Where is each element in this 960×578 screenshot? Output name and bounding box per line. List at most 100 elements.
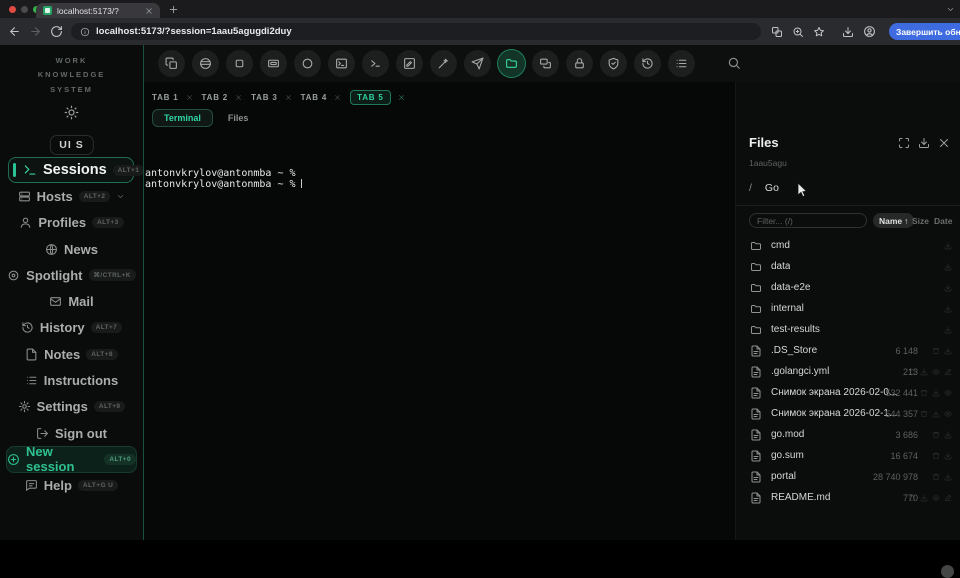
toolbar-button-[interactable] [226, 50, 253, 77]
toolbar-button-[interactable] [566, 50, 593, 77]
zoom-icon[interactable] [792, 26, 804, 38]
group-work[interactable]: WORK [56, 53, 88, 68]
close-tab-icon[interactable] [186, 94, 193, 101]
eye-icon[interactable] [944, 410, 952, 418]
breadcrumb-root[interactable]: / [749, 182, 752, 194]
reload-icon[interactable] [50, 25, 63, 38]
file-name[interactable]: Снимок экрана 2026-02-1... [771, 408, 897, 419]
finish-update-button[interactable]: Завершить обновление [889, 23, 960, 40]
site-info-icon[interactable] [80, 27, 90, 37]
download-icon[interactable] [932, 389, 940, 397]
file-name[interactable]: test-results [771, 324, 820, 335]
expand-icon[interactable] [898, 137, 910, 149]
toolbar-button-[interactable] [532, 50, 559, 77]
toolbar-button-[interactable] [362, 50, 389, 77]
file-row-portal[interactable]: portal 28 740 978 [736, 466, 960, 487]
file-name[interactable]: .DS_Store [771, 345, 817, 356]
trash-icon[interactable] [932, 431, 940, 439]
trash-icon[interactable] [932, 347, 940, 355]
file-name[interactable]: .golangci.yml [771, 366, 829, 377]
close-tab-icon[interactable] [334, 94, 341, 101]
file-name[interactable]: go.sum [771, 450, 804, 461]
download-icon[interactable] [944, 305, 952, 313]
column-header-name[interactable]: Name ↑ [873, 213, 915, 228]
download-icon[interactable] [944, 452, 952, 460]
sidebar-item-mail[interactable]: Mail [0, 288, 143, 314]
eye-icon[interactable] [944, 389, 952, 397]
url-text[interactable]: localhost:5173/?session=1aau5agugdi2duy [96, 26, 292, 37]
toolbar-button-[interactable] [396, 50, 423, 77]
file-row-cmd[interactable]: cmd [736, 235, 960, 256]
download-icon[interactable] [944, 284, 952, 292]
file-name[interactable]: cmd [771, 240, 790, 251]
subtab-files[interactable]: Files [228, 113, 249, 123]
download-icon[interactable] [920, 368, 928, 376]
theme-toggle-sun-icon[interactable] [64, 105, 79, 120]
toolbar-button-[interactable] [260, 50, 287, 77]
subtab-terminal[interactable]: Terminal [152, 108, 213, 127]
file-row-readme.md[interactable]: README.md 770 [736, 487, 960, 508]
close-window-button[interactable] [9, 5, 16, 13]
profile-avatar-icon[interactable] [863, 25, 876, 38]
sidebar-item-sign-out[interactable]: Sign out [0, 420, 143, 446]
new-tab-button[interactable] [168, 4, 179, 15]
trash-icon[interactable] [908, 494, 916, 502]
toolbar-button-[interactable] [600, 50, 627, 77]
toolbar-button-[interactable] [634, 50, 661, 77]
file-row-internal[interactable]: internal [736, 298, 960, 319]
group-knowledge[interactable]: KNOWLEDGE [38, 68, 106, 83]
trash-icon[interactable] [920, 410, 928, 418]
filter-input[interactable] [749, 213, 867, 228]
sidebar-item-history[interactable]: History ALT+7 [0, 315, 143, 341]
download-icon[interactable] [944, 242, 952, 250]
file-row-.ds-store[interactable]: .DS_Store 6 148 [736, 340, 960, 361]
download-icon[interactable] [944, 347, 952, 355]
file-row-data-e2e[interactable]: data-e2e [736, 277, 960, 298]
pencil-icon[interactable] [944, 494, 952, 502]
toolbar-button-[interactable] [430, 50, 457, 77]
file-name[interactable]: Снимок экрана 2026-02-0... [771, 387, 897, 398]
file-row-go.sum[interactable]: go.sum 16 674 [736, 445, 960, 466]
tab-label[interactable]: TAB 5 [350, 89, 391, 105]
tab-label[interactable]: TAB 4 [301, 91, 328, 104]
close-icon[interactable] [938, 137, 950, 149]
toolbar-button-[interactable] [668, 50, 695, 77]
sidebar-item-instructions[interactable]: Instructions [0, 367, 143, 393]
eye-icon[interactable] [932, 494, 940, 502]
toolbar-button-[interactable] [328, 50, 355, 77]
download-icon[interactable] [944, 431, 952, 439]
sidebar-item-hosts[interactable]: Hosts ALT+2 [0, 183, 143, 209]
pencil-icon[interactable] [944, 368, 952, 376]
tab-label[interactable]: TAB 2 [202, 91, 229, 104]
tab-tab-4[interactable]: TAB 4 [301, 91, 342, 104]
toolbar-button-[interactable] [192, 50, 219, 77]
translate-icon[interactable] [771, 26, 783, 38]
trash-icon[interactable] [932, 473, 940, 481]
sidebar-item-help[interactable]: Help ALT+G U [0, 473, 143, 499]
minimize-window-button[interactable] [21, 5, 28, 13]
trash-icon[interactable] [920, 389, 928, 397]
download-icon[interactable] [944, 473, 952, 481]
chevron-down-icon[interactable] [946, 5, 955, 14]
close-tab-icon[interactable] [398, 94, 405, 101]
file-row-снимок-экрана-2026-02-1...[interactable]: Снимок экрана 2026-02-1... 544 357 [736, 403, 960, 424]
tab-tab-1[interactable]: TAB 1 [152, 91, 193, 104]
status-dot[interactable] [941, 565, 954, 578]
tab-tab-3[interactable]: TAB 3 [251, 91, 292, 104]
chevron-down-icon[interactable] [116, 192, 125, 201]
sidebar-item-profiles[interactable]: Profiles ALT+3 [0, 210, 143, 236]
sidebar-item-settings[interactable]: Settings ALT+9 [0, 394, 143, 420]
file-name[interactable]: go.mod [771, 429, 804, 440]
download-icon[interactable] [918, 137, 930, 149]
file-row-снимок-экрана-2026-02-0...[interactable]: Снимок экрана 2026-02-0... 532 441 [736, 382, 960, 403]
sidebar-item-notes[interactable]: Notes ALT+8 [0, 341, 143, 367]
forward-icon[interactable] [29, 25, 42, 38]
breadcrumb-current[interactable]: Go [765, 182, 779, 194]
sidebar-item-new-session[interactable]: New session ALT+0 [6, 444, 137, 474]
file-row-data[interactable]: data [736, 256, 960, 277]
file-name[interactable]: portal [771, 471, 796, 482]
file-name[interactable]: internal [771, 303, 804, 314]
toolbar-button-[interactable] [294, 50, 321, 77]
tab-label[interactable]: TAB 1 [152, 91, 179, 104]
sidebar-item-spotlight[interactable]: Spotlight ⌘/CTRL+K [0, 262, 143, 288]
